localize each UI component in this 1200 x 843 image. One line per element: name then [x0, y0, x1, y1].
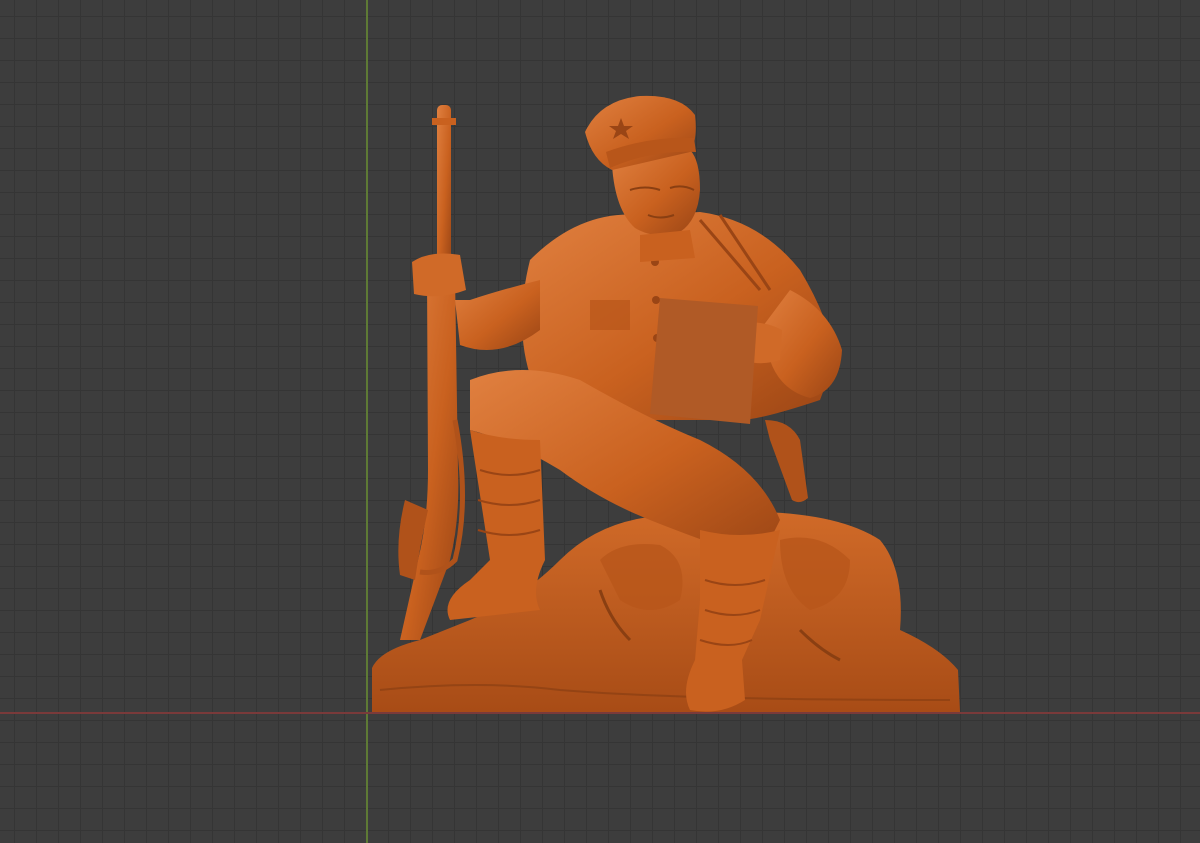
3d-viewport[interactable] — [0, 0, 1200, 843]
paper-sheet — [650, 298, 758, 424]
soldier-statue-model[interactable] — [0, 0, 1200, 843]
rifle — [398, 105, 465, 640]
holster — [765, 420, 808, 503]
